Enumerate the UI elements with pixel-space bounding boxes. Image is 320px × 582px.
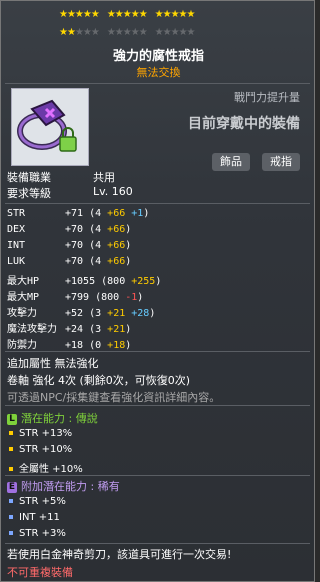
currently-wearing-label: 目前穿戴中的裝備 [188, 116, 300, 132]
stat-base: 800 [107, 276, 126, 287]
upgrade-hint: 可透過NPC/採集鍵查看強化資訊詳細內容。 [7, 391, 221, 404]
scroll-upgrade-line: 卷軸 強化 4次 (剩餘0次，可恢復0次) [7, 374, 191, 387]
star-force-row-1: ★★★★★ ★★★★★ ★★★★★ [59, 9, 279, 20]
trade-status: 無法交換 [136, 66, 181, 79]
stat-bonus: +18 [107, 340, 126, 351]
bonus-potential-label: 附加潛在能力 : 稀有 [21, 480, 120, 493]
stat-bonus: +66 [107, 224, 126, 235]
star-group: ★★ [59, 27, 76, 38]
star-force-row-2: ★★★★★ ★★★★★ ★★★★★ [59, 27, 279, 38]
bonus-potential-header: E 附加潛在能力 : 稀有 [7, 478, 120, 494]
potential-header: L 潛在能力 : 傳說 [7, 410, 98, 426]
stat-line: 魔法攻擊力 +24 (3 +21) [7, 320, 131, 335]
stat-total: +799 [65, 292, 90, 303]
stat-name: DEX [7, 224, 26, 235]
potential-label: 潛在能力 : 傳說 [21, 412, 98, 425]
stat-name: STR [7, 208, 26, 219]
stat-line: 攻擊力 +52 (3 +21 +28) [7, 304, 155, 319]
divider [5, 351, 310, 352]
stat-name: 防禦力 [7, 340, 37, 351]
stat-name: LUK [7, 256, 26, 267]
bonus-potential-line: STR +3% [9, 528, 66, 539]
category-tag-accessory: 飾品 [212, 153, 250, 171]
star-group: ★★★ [74, 27, 100, 38]
stat-bonus: +66 [107, 208, 126, 219]
stat-line: INT +70 (4 +66) [7, 240, 132, 251]
stat-base: 3 [95, 324, 102, 335]
stat-total: +70 [65, 240, 84, 251]
stat-name: INT [7, 240, 26, 251]
stat-total: +52 [65, 308, 84, 319]
item-name: 強力的腐性戒指 [112, 49, 204, 64]
item-tooltip: ★★★★★ ★★★★★ ★★★★★ ★★★★★ ★★★★★ ★★★★★ 強力的腐… [0, 0, 315, 582]
req-job-label: 裝備職業 [7, 171, 51, 184]
potential-line: 全屬性 +10% [9, 460, 83, 475]
stat-bonus: +255 [131, 276, 156, 287]
stat-line: 最大MP +799 (800 -1) [7, 288, 143, 303]
stat-bonus: -1 [125, 292, 138, 303]
stat-enhance: +28 [131, 308, 150, 319]
additional-attribute-line: 追加屬性 無法強化 [7, 357, 99, 370]
stat-base: 4 [95, 208, 102, 219]
stat-base: 4 [95, 256, 102, 267]
category-tag-ring: 戒指 [262, 153, 300, 171]
divider [5, 405, 310, 406]
star-group: ★★★★★ [59, 9, 100, 20]
stat-line: LUK +70 (4 +66) [7, 256, 132, 267]
star-group: ★★★★★ [106, 27, 148, 38]
stat-bonus: +21 [107, 324, 126, 335]
star-group: ★★★★★ [154, 9, 196, 20]
star-group: ★★★★★ [106, 9, 148, 20]
unique-equip-warning: 不可重複裝備 [7, 566, 73, 579]
stat-total: +70 [65, 256, 84, 267]
divider [5, 83, 310, 84]
stat-name: 最大HP [7, 276, 40, 287]
req-job-value: 共用 [93, 171, 115, 184]
stat-name: 魔法攻擊力 [7, 324, 57, 335]
stat-base: 3 [95, 308, 102, 319]
stat-base: 800 [101, 292, 120, 303]
divider [5, 543, 310, 544]
bonus-potential-line: STR +5% [9, 496, 66, 507]
bonus-potential-line: INT +11 [9, 512, 60, 523]
divider [5, 475, 310, 476]
stat-base: 0 [95, 340, 102, 351]
legendary-badge-icon: L [7, 413, 17, 425]
stat-bonus: +66 [107, 256, 126, 267]
stat-name: 攻擊力 [7, 308, 37, 319]
stat-base: 4 [95, 224, 102, 235]
req-level-label: 要求等級 [7, 187, 51, 200]
stat-bonus: +66 [107, 240, 126, 251]
stat-line: STR +71 (4 +66 +1) [7, 208, 150, 219]
stat-bonus: +21 [107, 308, 126, 319]
potential-line: STR +13% [9, 428, 72, 439]
ring-icon [17, 99, 77, 152]
stat-line: 防禦力 +18 (0 +18) [7, 336, 131, 351]
stat-enhance: +1 [131, 208, 144, 219]
stat-name: 最大MP [7, 292, 40, 303]
stat-total: +24 [65, 324, 84, 335]
combat-power-label: 戰鬥力提升量 [234, 91, 300, 104]
item-icon-frame [11, 88, 89, 166]
star-group: ★★★★★ [154, 27, 196, 38]
stat-base: 4 [95, 240, 102, 251]
req-level-value: Lv. 160 [93, 185, 133, 198]
stat-total: +71 [65, 208, 84, 219]
stat-total: +1055 [65, 276, 96, 287]
stat-line: 最大HP +1055 (800 +255) [7, 272, 161, 287]
stat-total: +70 [65, 224, 84, 235]
epic-badge-icon: E [7, 481, 17, 493]
platinum-scissors-note: 若使用白金神奇剪刀，該道具可進行一次交易! [7, 548, 232, 561]
stat-total: +18 [65, 340, 84, 351]
potential-line: STR +10% [9, 444, 72, 455]
divider [5, 203, 310, 204]
stat-line: DEX +70 (4 +66) [7, 224, 132, 235]
